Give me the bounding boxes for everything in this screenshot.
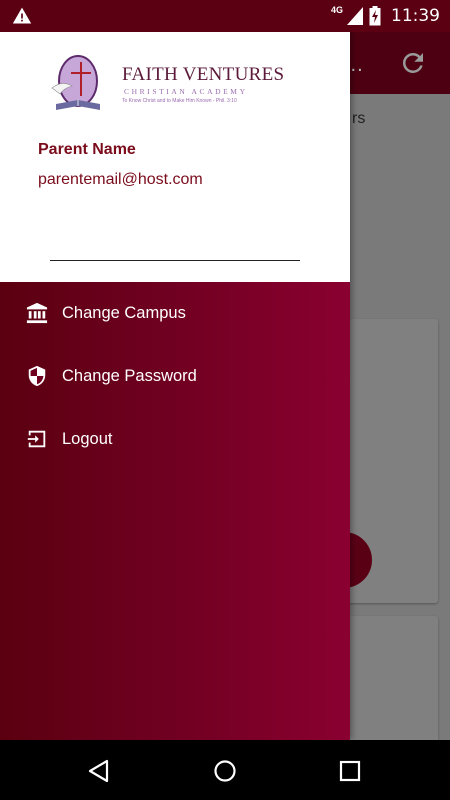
home-icon[interactable] xyxy=(212,758,238,784)
background-card xyxy=(340,616,438,756)
drawer-menu: Change Campus Change Password Logout xyxy=(0,282,350,740)
back-icon[interactable] xyxy=(86,758,112,784)
recents-icon[interactable] xyxy=(337,758,363,784)
parent-name: Parent Name xyxy=(38,141,136,158)
school-logo: FAITH VENTURES CHRISTIAN ACADEMY To Know… xyxy=(46,54,284,116)
menu-item-label: Logout xyxy=(62,429,113,448)
background-partial-text: rs xyxy=(352,110,366,127)
navigation-drawer: FAITH VENTURES CHRISTIAN ACADEMY To Know… xyxy=(0,32,350,740)
logo-tagline-text: To Know Christ and to Make Him Known - P… xyxy=(122,98,237,104)
menu-item-change-password[interactable]: Change Password xyxy=(0,350,350,402)
drawer-header: FAITH VENTURES CHRISTIAN ACADEMY To Know… xyxy=(0,32,350,282)
system-nav-bar xyxy=(0,740,450,800)
network-type: 4G xyxy=(330,5,343,15)
menu-item-label: Change Password xyxy=(62,366,197,385)
refresh-icon[interactable] xyxy=(398,48,428,78)
status-bar: 4G 11:39 xyxy=(0,0,450,32)
logo-brand-text: FAITH VENTURES xyxy=(122,64,285,85)
signal-icon xyxy=(347,7,363,25)
clock: 11:39 xyxy=(391,6,440,26)
battery-charging-icon xyxy=(369,6,381,26)
bank-icon xyxy=(26,302,48,324)
logo-emblem-icon xyxy=(51,55,100,110)
warning-icon xyxy=(12,7,32,24)
menu-item-logout[interactable]: Logout xyxy=(0,413,350,465)
logout-icon xyxy=(26,428,48,450)
shield-icon xyxy=(26,365,48,387)
parent-email: parentemail@host.com xyxy=(38,171,203,188)
menu-item-change-campus[interactable]: Change Campus xyxy=(0,287,350,339)
menu-item-label: Change Campus xyxy=(62,303,186,322)
header-divider xyxy=(50,260,300,261)
logo-subtitle-text: CHRISTIAN ACADEMY xyxy=(124,87,248,96)
